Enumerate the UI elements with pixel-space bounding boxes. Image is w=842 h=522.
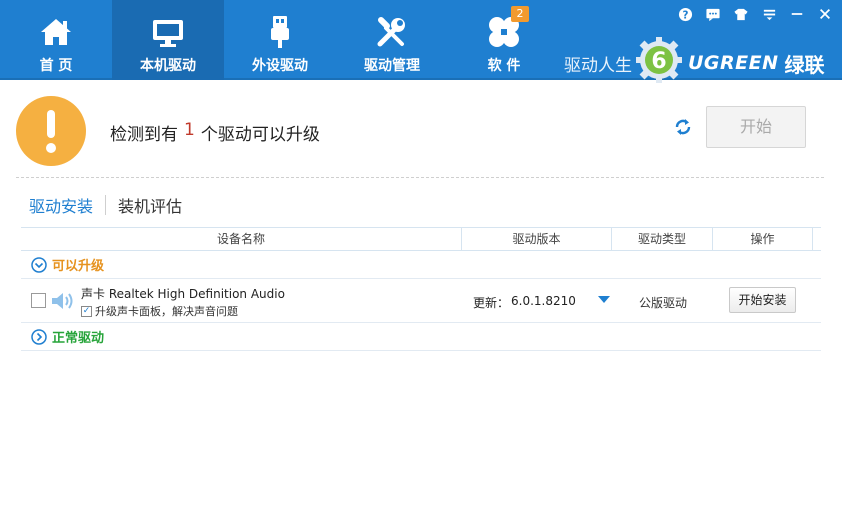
feedback-icon[interactable] — [702, 4, 724, 24]
install-button[interactable]: 开始安装 — [729, 287, 796, 313]
tools-icon — [377, 17, 405, 47]
chevron-down-icon — [31, 256, 47, 273]
nav-driver-management-label: 驱动管理 — [364, 58, 420, 74]
upgrade-count: 1 — [184, 120, 195, 140]
logo-char: 6 — [651, 49, 666, 74]
driver-table: 设备名称 驱动版本 驱动类型 操作 可以升级 声卡 Realtek High D… — [21, 227, 821, 351]
close-icon[interactable] — [814, 4, 836, 24]
monitor-icon — [153, 20, 183, 47]
nav-software-label: 软 件 — [487, 58, 521, 74]
minimize-icon[interactable] — [786, 4, 808, 24]
header-driver-type: 驱动类型 — [612, 228, 713, 250]
chevron-right-icon — [31, 328, 47, 345]
table-row: 声卡 Realtek High Definition Audio ✓ 升级声卡面… — [21, 279, 821, 323]
scan-status: 检测到有 1 个驱动可以升级 开始 — [16, 96, 826, 176]
app-window: 首 页 本机驱动 外设驱动 驱动管理 2 软 件 ? 驱动人生 6 UGREEN… — [0, 0, 842, 522]
drivethelife-logo-icon: 6 — [636, 37, 682, 83]
brand-ugreen: UGREEN — [688, 52, 779, 74]
nav-peripheral-drivers-label: 外设驱动 — [252, 58, 308, 74]
nav-peripheral-drivers[interactable]: 外设驱动 — [224, 0, 336, 80]
tab-divider — [105, 195, 107, 215]
device-subtitle-text: 升级声卡面板，解决声音问题 — [95, 305, 238, 318]
nav-local-drivers[interactable]: 本机驱动 — [112, 0, 224, 80]
home-icon — [41, 19, 71, 45]
window-footer — [0, 504, 842, 522]
brand-slogan: 驱动人生 — [564, 55, 632, 76]
driver-type: 公版驱动 — [639, 296, 688, 310]
nav-local-drivers-label: 本机驱动 — [140, 58, 196, 74]
status-suffix: 个驱动可以升级 — [200, 125, 320, 145]
software-badge: 2 — [511, 6, 529, 22]
row-checkbox[interactable] — [31, 293, 46, 308]
main-nav: 首 页 本机驱动 外设驱动 驱动管理 2 软 件 — [0, 0, 560, 80]
nav-software[interactable]: 2 软 件 — [448, 0, 560, 80]
device-name: 声卡 Realtek High Definition Audio — [81, 287, 285, 301]
warning-icon — [16, 96, 86, 166]
nav-driver-management[interactable]: 驱动管理 — [336, 0, 448, 80]
top-bar: 首 页 本机驱动 外设驱动 驱动管理 2 软 件 ? 驱动人生 6 UGREEN… — [0, 0, 842, 83]
speaker-icon — [52, 293, 73, 309]
sub-checkbox[interactable]: ✓ — [81, 305, 92, 317]
tab-driver-install[interactable]: 驱动安装 — [29, 193, 93, 217]
refresh-icon[interactable] — [672, 116, 694, 138]
svg-text:?: ? — [682, 9, 688, 21]
header-action: 操作 — [713, 228, 813, 250]
header-device-name: 设备名称 — [21, 228, 462, 250]
version-dropdown-icon[interactable] — [598, 296, 610, 303]
help-icon[interactable]: ? — [674, 4, 696, 24]
group-normal-label: 正常驱动 — [52, 331, 105, 346]
brand-area: 驱动人生 6 UGREEN 绿联 — [564, 37, 825, 83]
section-tabs: 驱动安装 装机评估 — [29, 193, 182, 217]
nav-home-label: 首 页 — [39, 58, 73, 74]
table-header: 设备名称 驱动版本 驱动类型 操作 — [21, 227, 821, 251]
driver-version: 更新： 6.0.1.8210 — [473, 294, 576, 311]
device-subtitle: ✓ 升级声卡面板，解决声音问题 — [81, 303, 238, 319]
group-upgradable[interactable]: 可以升级 — [21, 251, 821, 279]
divider — [16, 177, 824, 178]
start-button[interactable]: 开始 — [706, 106, 806, 148]
skin-icon[interactable] — [730, 4, 752, 24]
header-driver-version: 驱动版本 — [462, 228, 612, 250]
version-number: 6.0.1.8210 — [511, 294, 576, 308]
window-controls: ? — [674, 4, 836, 24]
usb-icon — [271, 16, 289, 48]
header-spacer — [813, 228, 821, 250]
version-prefix: 更新： — [473, 296, 510, 310]
group-upgradable-label: 可以升级 — [52, 259, 105, 274]
status-prefix: 检测到有 — [110, 125, 178, 145]
status-message: 检测到有 1 个驱动可以升级 — [110, 120, 320, 145]
brand-lvlian: 绿联 — [784, 52, 825, 77]
nav-home[interactable]: 首 页 — [0, 0, 112, 80]
group-normal[interactable]: 正常驱动 — [21, 323, 821, 351]
menu-icon[interactable] — [758, 4, 780, 24]
tab-install-evaluation[interactable]: 装机评估 — [118, 193, 182, 217]
